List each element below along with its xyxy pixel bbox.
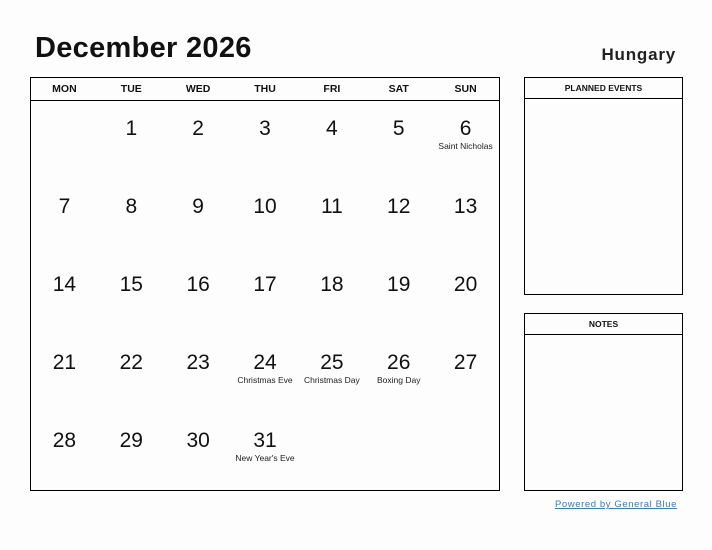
day-number: 8 <box>125 195 138 218</box>
day-cell: 25 Christmas Day <box>298 335 365 413</box>
day-number: 1 <box>125 117 138 140</box>
day-cell: 28 <box>31 413 98 491</box>
day-number: 3 <box>259 117 271 140</box>
weekday-fri: FRI <box>323 83 341 95</box>
day-cell: 14 <box>31 257 98 335</box>
day-number: 11 <box>320 195 343 218</box>
day-cell: 11 <box>298 179 365 257</box>
day-cell: 26 Boxing Day <box>365 335 432 413</box>
day-number: 7 <box>58 195 71 218</box>
day-number: 19 <box>387 273 411 296</box>
week-row: 14 15 16 17 18 19 20 <box>31 257 499 335</box>
day-cell: 9 <box>165 179 232 257</box>
weekday-header: MON TUE WED THU FRI SAT SUN <box>31 78 499 101</box>
day-number: 27 <box>453 351 478 374</box>
day-cell: 8 <box>98 179 165 257</box>
day-cell: 17 <box>232 257 299 335</box>
day-number: 26 <box>387 351 411 374</box>
day-cell <box>31 101 98 179</box>
day-cell: 4 <box>298 101 365 179</box>
day-number: 5 <box>392 117 405 140</box>
day-number: 20 <box>453 273 478 296</box>
country-label: Hungary <box>601 45 676 64</box>
calendar-grid: MON TUE WED THU FRI SAT SUN 1 2 3 4 5 6 Saint … <box>30 77 500 491</box>
week-row: 21 22 23 24 Christmas Eve 25 Christmas Day 26 Bo… <box>31 335 499 413</box>
holiday-label: New Year's Eve <box>235 453 295 463</box>
day-cell: 6 Saint Nicholas <box>432 101 499 179</box>
day-cell: 15 <box>98 257 165 335</box>
week-row: 28 29 30 31 New Year's Eve <box>31 413 499 491</box>
day-cell: 31 New Year's Eve <box>232 413 299 491</box>
holiday-label: Saint Nicholas <box>438 141 493 151</box>
day-cell: 7 <box>31 179 98 257</box>
day-cell <box>298 413 365 491</box>
day-number: 14 <box>52 273 77 296</box>
holiday-label: Christmas Eve <box>237 375 293 385</box>
day-number: 28 <box>52 429 77 452</box>
day-cell: 3 <box>232 101 299 179</box>
day-cell: 27 <box>432 335 499 413</box>
day-cell <box>432 413 499 491</box>
day-number: 12 <box>387 195 411 218</box>
weeks: 1 2 3 4 5 6 Saint Nicholas 7 8 9 10 11 12 13 14 15 16 17 1… <box>31 101 499 491</box>
weekday-sun: SUN <box>454 83 477 95</box>
day-number: 4 <box>326 117 338 140</box>
day-number: 24 <box>253 351 277 374</box>
notes-heading: NOTES <box>525 314 682 335</box>
day-cell: 29 <box>98 413 165 491</box>
day-cell: 22 <box>98 335 165 413</box>
planned-events-heading: PLANNED EVENTS <box>525 78 682 99</box>
day-cell: 24 Christmas Eve <box>232 335 299 413</box>
day-number: 2 <box>192 117 204 140</box>
day-cell: 13 <box>432 179 499 257</box>
weekday-tue: TUE <box>120 83 142 95</box>
day-cell: 2 <box>165 101 232 179</box>
day-cell: 30 <box>165 413 232 491</box>
day-cell: 12 <box>365 179 432 257</box>
day-number: 13 <box>453 195 478 218</box>
day-cell: 21 <box>31 335 98 413</box>
day-number: 31 <box>253 429 277 452</box>
day-number: 17 <box>253 273 277 296</box>
day-number: 29 <box>119 429 143 452</box>
weekday-thu: THU <box>254 83 276 95</box>
notes-panel: NOTES <box>524 313 683 491</box>
day-number: 25 <box>320 351 344 374</box>
weekday-wed: WED <box>185 83 211 95</box>
day-number: 23 <box>186 351 210 374</box>
page-title: December 2026 <box>35 32 252 64</box>
day-number: 30 <box>186 429 210 452</box>
week-row: 1 2 3 4 5 6 Saint Nicholas <box>31 101 499 179</box>
day-cell: 10 <box>232 179 299 257</box>
day-cell: 23 <box>165 335 232 413</box>
day-cell: 1 <box>98 101 165 179</box>
day-cell <box>365 413 432 491</box>
day-number: 9 <box>192 195 204 218</box>
day-number: 16 <box>186 273 210 296</box>
day-number: 6 <box>459 117 472 140</box>
weekday-sat: SAT <box>388 83 409 95</box>
day-number: 18 <box>320 273 344 296</box>
weekday-mon: MON <box>52 83 77 95</box>
day-cell: 20 <box>432 257 499 335</box>
powered-by-link[interactable]: Powered by General Blue <box>555 499 677 510</box>
holiday-label: Christmas Day <box>303 375 360 385</box>
day-number: 10 <box>253 195 277 218</box>
day-cell: 5 <box>365 101 432 179</box>
week-row: 7 8 9 10 11 12 13 <box>31 179 499 257</box>
day-number: 22 <box>119 351 143 374</box>
day-cell: 18 <box>298 257 365 335</box>
day-number: 21 <box>52 351 77 374</box>
holiday-label: Boxing Day <box>376 375 421 385</box>
day-cell: 16 <box>165 257 232 335</box>
day-number: 15 <box>119 273 143 296</box>
planned-events-panel: PLANNED EVENTS <box>524 77 683 295</box>
day-cell: 19 <box>365 257 432 335</box>
